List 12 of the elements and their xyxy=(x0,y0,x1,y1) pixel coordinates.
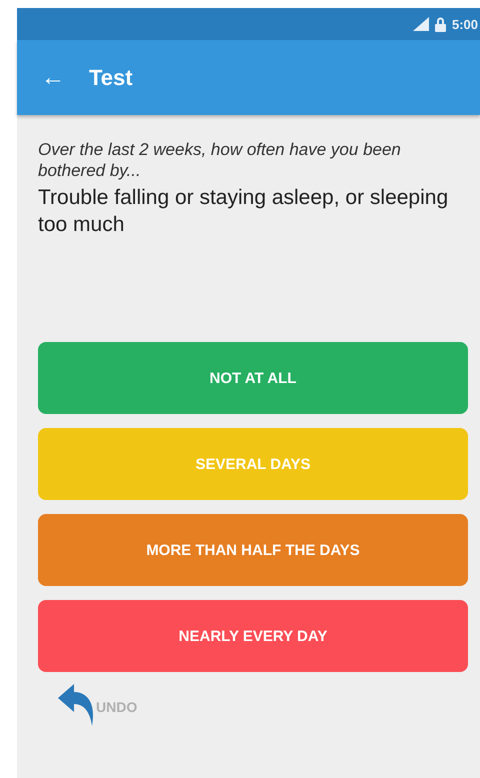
screen-title: Test xyxy=(89,64,133,90)
answer-button[interactable]: NEARLY EVERY DAY xyxy=(38,600,468,672)
back-button[interactable]: ← xyxy=(41,64,65,92)
answer-button[interactable]: MORE THAN HALF THE DAYS xyxy=(38,514,468,586)
answer-button[interactable]: SEVERAL DAYS xyxy=(38,428,468,500)
undo-button[interactable]: UNDO xyxy=(96,699,138,716)
lock-icon xyxy=(434,16,446,32)
status-time: 5:00 xyxy=(452,16,478,32)
question-prompt: Over the last 2 weeks, how often have you been bothered by... xyxy=(38,139,402,182)
answer-button[interactable]: NOT AT ALL xyxy=(38,342,468,414)
signal-icon xyxy=(412,17,429,31)
question-item: Trouble falling or staying asleep, or sleeping too much xyxy=(38,184,450,238)
